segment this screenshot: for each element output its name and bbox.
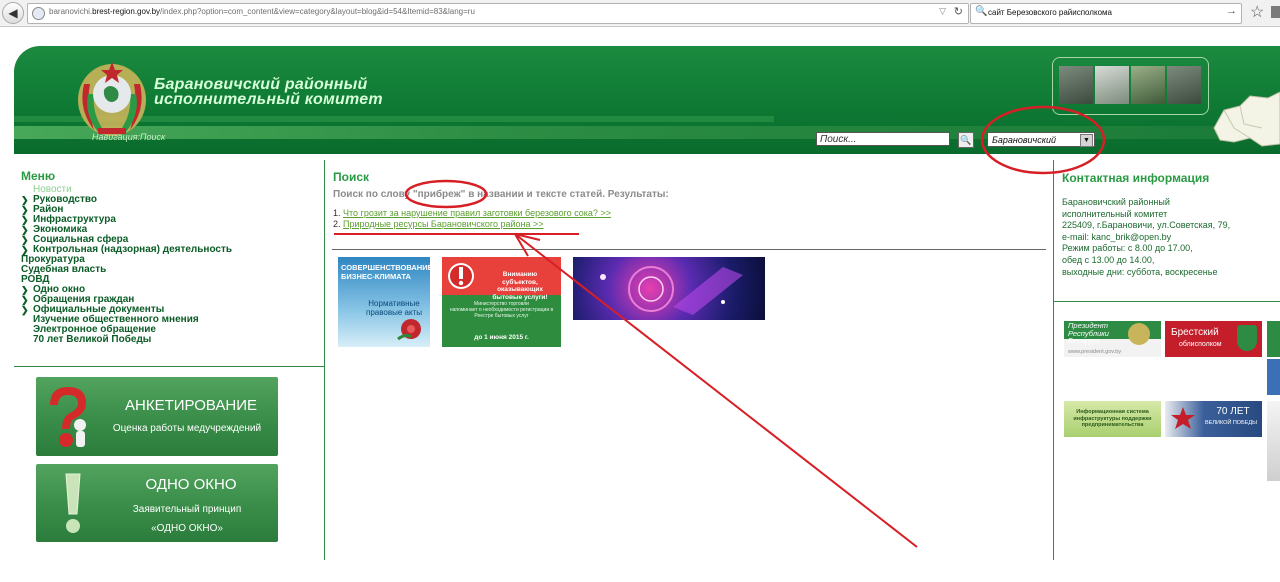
- breadcrumb: Навигация:Поиск: [92, 132, 165, 142]
- chevron-right-icon: ❯: [21, 205, 29, 215]
- chevron-down-icon[interactable]: ▼: [1080, 134, 1093, 147]
- gallery-photo[interactable]: [1059, 66, 1093, 104]
- one-window-banner-line2: «ОДНО ОКНО»: [151, 523, 223, 534]
- emblem-icon: [1128, 323, 1150, 345]
- chevron-right-icon: ❯: [21, 305, 29, 315]
- search-summary: Поиск по слову "прибреж" в названии и те…: [333, 189, 669, 200]
- divider: [1054, 301, 1280, 302]
- chevron-right-icon: ❯: [21, 235, 29, 245]
- contact-line: выходные дни: суббота, воскресенье: [1062, 266, 1218, 277]
- site-title-line2: исполнительный комитет: [154, 91, 383, 108]
- browser-search-box[interactable]: 🔍 сайт Березовского райисполкома →: [970, 3, 1242, 24]
- globe-icon: [32, 7, 45, 20]
- search-term: "прибреж": [412, 189, 466, 200]
- survey-banner[interactable]: АНКЕТИРОВАНИЕ Оценка работы медучреждени…: [36, 377, 278, 456]
- search-icon: 🔍: [975, 6, 988, 17]
- one-window-banner-line1: Заявительный принцип: [132, 504, 242, 515]
- region-select[interactable]: Барановичский ▼: [987, 132, 1095, 147]
- chevron-right-icon: ❯: [21, 295, 29, 305]
- contact-line: 225409, г.Барановичи, ул.Советская, 79,: [1062, 220, 1231, 231]
- menu-list: Новости ❯ Руководство ❯ Район ❯ Инфраструкт…: [21, 185, 321, 345]
- url-host: brest-region.gov.by: [92, 7, 161, 16]
- divider: [14, 366, 324, 367]
- divider: [332, 249, 1046, 250]
- chevron-right-icon: ❯: [21, 215, 29, 225]
- page-title: Поиск: [333, 170, 370, 184]
- contact-line: обед с 13.00 до 14.00,: [1062, 254, 1155, 265]
- right-sidebar: Контактная информация Барановичский райо…: [1053, 160, 1280, 560]
- search-results: 1. Что грозит за нарушение правил загото…: [333, 208, 611, 230]
- menu-item-victory[interactable]: 70 лет Великой Победы: [21, 335, 321, 345]
- contact-line: исполнительный комитет: [1062, 208, 1168, 219]
- exclamation-icon: [65, 473, 81, 533]
- site-title-line1: Барановичский районный: [154, 76, 368, 93]
- bookmark-icon[interactable]: [1271, 6, 1280, 18]
- dropdown-arrow-icon[interactable]: ▽: [939, 6, 946, 17]
- contact-info: Барановичский районный исполнительный ко…: [1062, 197, 1230, 278]
- breadcrumb-label: Навигация:: [92, 132, 141, 142]
- one-window-banner[interactable]: ОДНО ОКНО Заявительный принцип «ОДНО ОКН…: [36, 464, 278, 542]
- household-services-banner[interactable]: Вниманию субъектов, оказывающих бытовые ус…: [442, 257, 561, 347]
- search-result: 2. Природные ресурсы Барановичского райо…: [333, 219, 544, 229]
- menu-item-judicial[interactable]: Судебная власть: [21, 265, 321, 275]
- back-button[interactable]: ◀: [2, 2, 24, 24]
- site-title[interactable]: Барановичский районный исполнительный ко…: [154, 76, 383, 108]
- browser-search-text: сайт Березовского райисполкома: [988, 8, 1112, 17]
- president-banner[interactable]: Президент Республики Беларусь www.presiden…: [1064, 321, 1161, 357]
- partial-banner[interactable]: [1267, 359, 1280, 395]
- chevron-right-icon: ❯: [21, 195, 29, 205]
- chevron-right-icon: ❯: [21, 285, 29, 295]
- star-icon: [1171, 407, 1195, 429]
- gallery-photo[interactable]: [1095, 66, 1129, 104]
- exclamation-icon: [448, 263, 474, 289]
- star-icon[interactable]: ☆: [1250, 2, 1264, 22]
- flower-icon: [397, 319, 421, 341]
- coat-of-arms-emblem[interactable]: [72, 54, 152, 142]
- partial-banner[interactable]: [1267, 321, 1280, 357]
- gallery-photo[interactable]: [1131, 66, 1165, 104]
- brest-oblast-banner[interactable]: Брестский облисполком: [1165, 321, 1262, 357]
- region-select-value: Барановичский: [992, 135, 1056, 145]
- arrow-right-icon[interactable]: →: [1226, 5, 1237, 17]
- contact-line: e-mail: kanc_brik@open.by: [1062, 231, 1172, 242]
- browser-toolbar: ◀ baranovichi.brest-region.gov.by/index.…: [0, 0, 1280, 27]
- menu-item-leadership[interactable]: ❯ Руководство: [21, 195, 321, 206]
- gallery-photo[interactable]: [1167, 66, 1201, 104]
- address-bar[interactable]: baranovichi.brest-region.gov.by/index.ph…: [27, 3, 969, 24]
- site-header: Барановичский районный исполнительный ко…: [14, 46, 1280, 154]
- region-map-icon[interactable]: [1210, 88, 1280, 148]
- site-search-input[interactable]: Поиск...: [816, 132, 950, 146]
- survey-banner-subtitle: Оценка работы медучреждений: [112, 423, 262, 434]
- shield-icon: [1237, 325, 1257, 351]
- festival-artwork: [600, 266, 743, 315]
- photo-gallery[interactable]: [1052, 57, 1209, 115]
- victory-70-banner[interactable]: 70 ЛЕТ ВЕЛИКОЙ ПОБЕДЫ: [1165, 401, 1262, 437]
- contact-line: Режим работы: с 8.00 до 17.00,: [1062, 243, 1193, 254]
- main-content: Поиск Поиск по слову "прибреж" в названи…: [325, 160, 1053, 560]
- survey-banner-title: АНКЕТИРОВАНИЕ: [125, 397, 257, 414]
- menu-title: Меню: [21, 169, 56, 183]
- search-result-link[interactable]: Что грозит за нарушение правил заготовки…: [343, 208, 611, 218]
- search-button[interactable]: 🔍: [958, 132, 974, 148]
- contact-title: Контактная информация: [1062, 171, 1210, 185]
- search-result-link[interactable]: Природные ресурсы Барановичского района …: [343, 219, 543, 229]
- question-mark-icon: [50, 387, 86, 447]
- reload-icon[interactable]: ↻: [954, 5, 963, 18]
- breadcrumb-current[interactable]: Поиск: [140, 132, 165, 142]
- chevron-right-icon: ❯: [21, 225, 29, 235]
- one-window-banner-title: ОДНО ОКНО: [145, 476, 237, 493]
- business-climate-banner[interactable]: СОВЕРШЕНСТВОВАНИЕ БИЗНЕС-КЛИМАТА Норматив…: [338, 257, 433, 347]
- url-text: baranovichi.brest-region.gov.by/index.ph…: [49, 7, 475, 16]
- contact-line: Барановичский районный: [1062, 197, 1170, 207]
- search-result: 1. Что грозит за нарушение правил загото…: [333, 208, 611, 218]
- partial-banner[interactable]: [1267, 401, 1280, 481]
- business-support-banner[interactable]: Информационная система инфраструктуры под…: [1064, 401, 1161, 437]
- left-sidebar: Меню Новости ❯ Руководство ❯ Район ❯ Инфрас…: [14, 160, 325, 560]
- festival-banner[interactable]: [573, 257, 765, 320]
